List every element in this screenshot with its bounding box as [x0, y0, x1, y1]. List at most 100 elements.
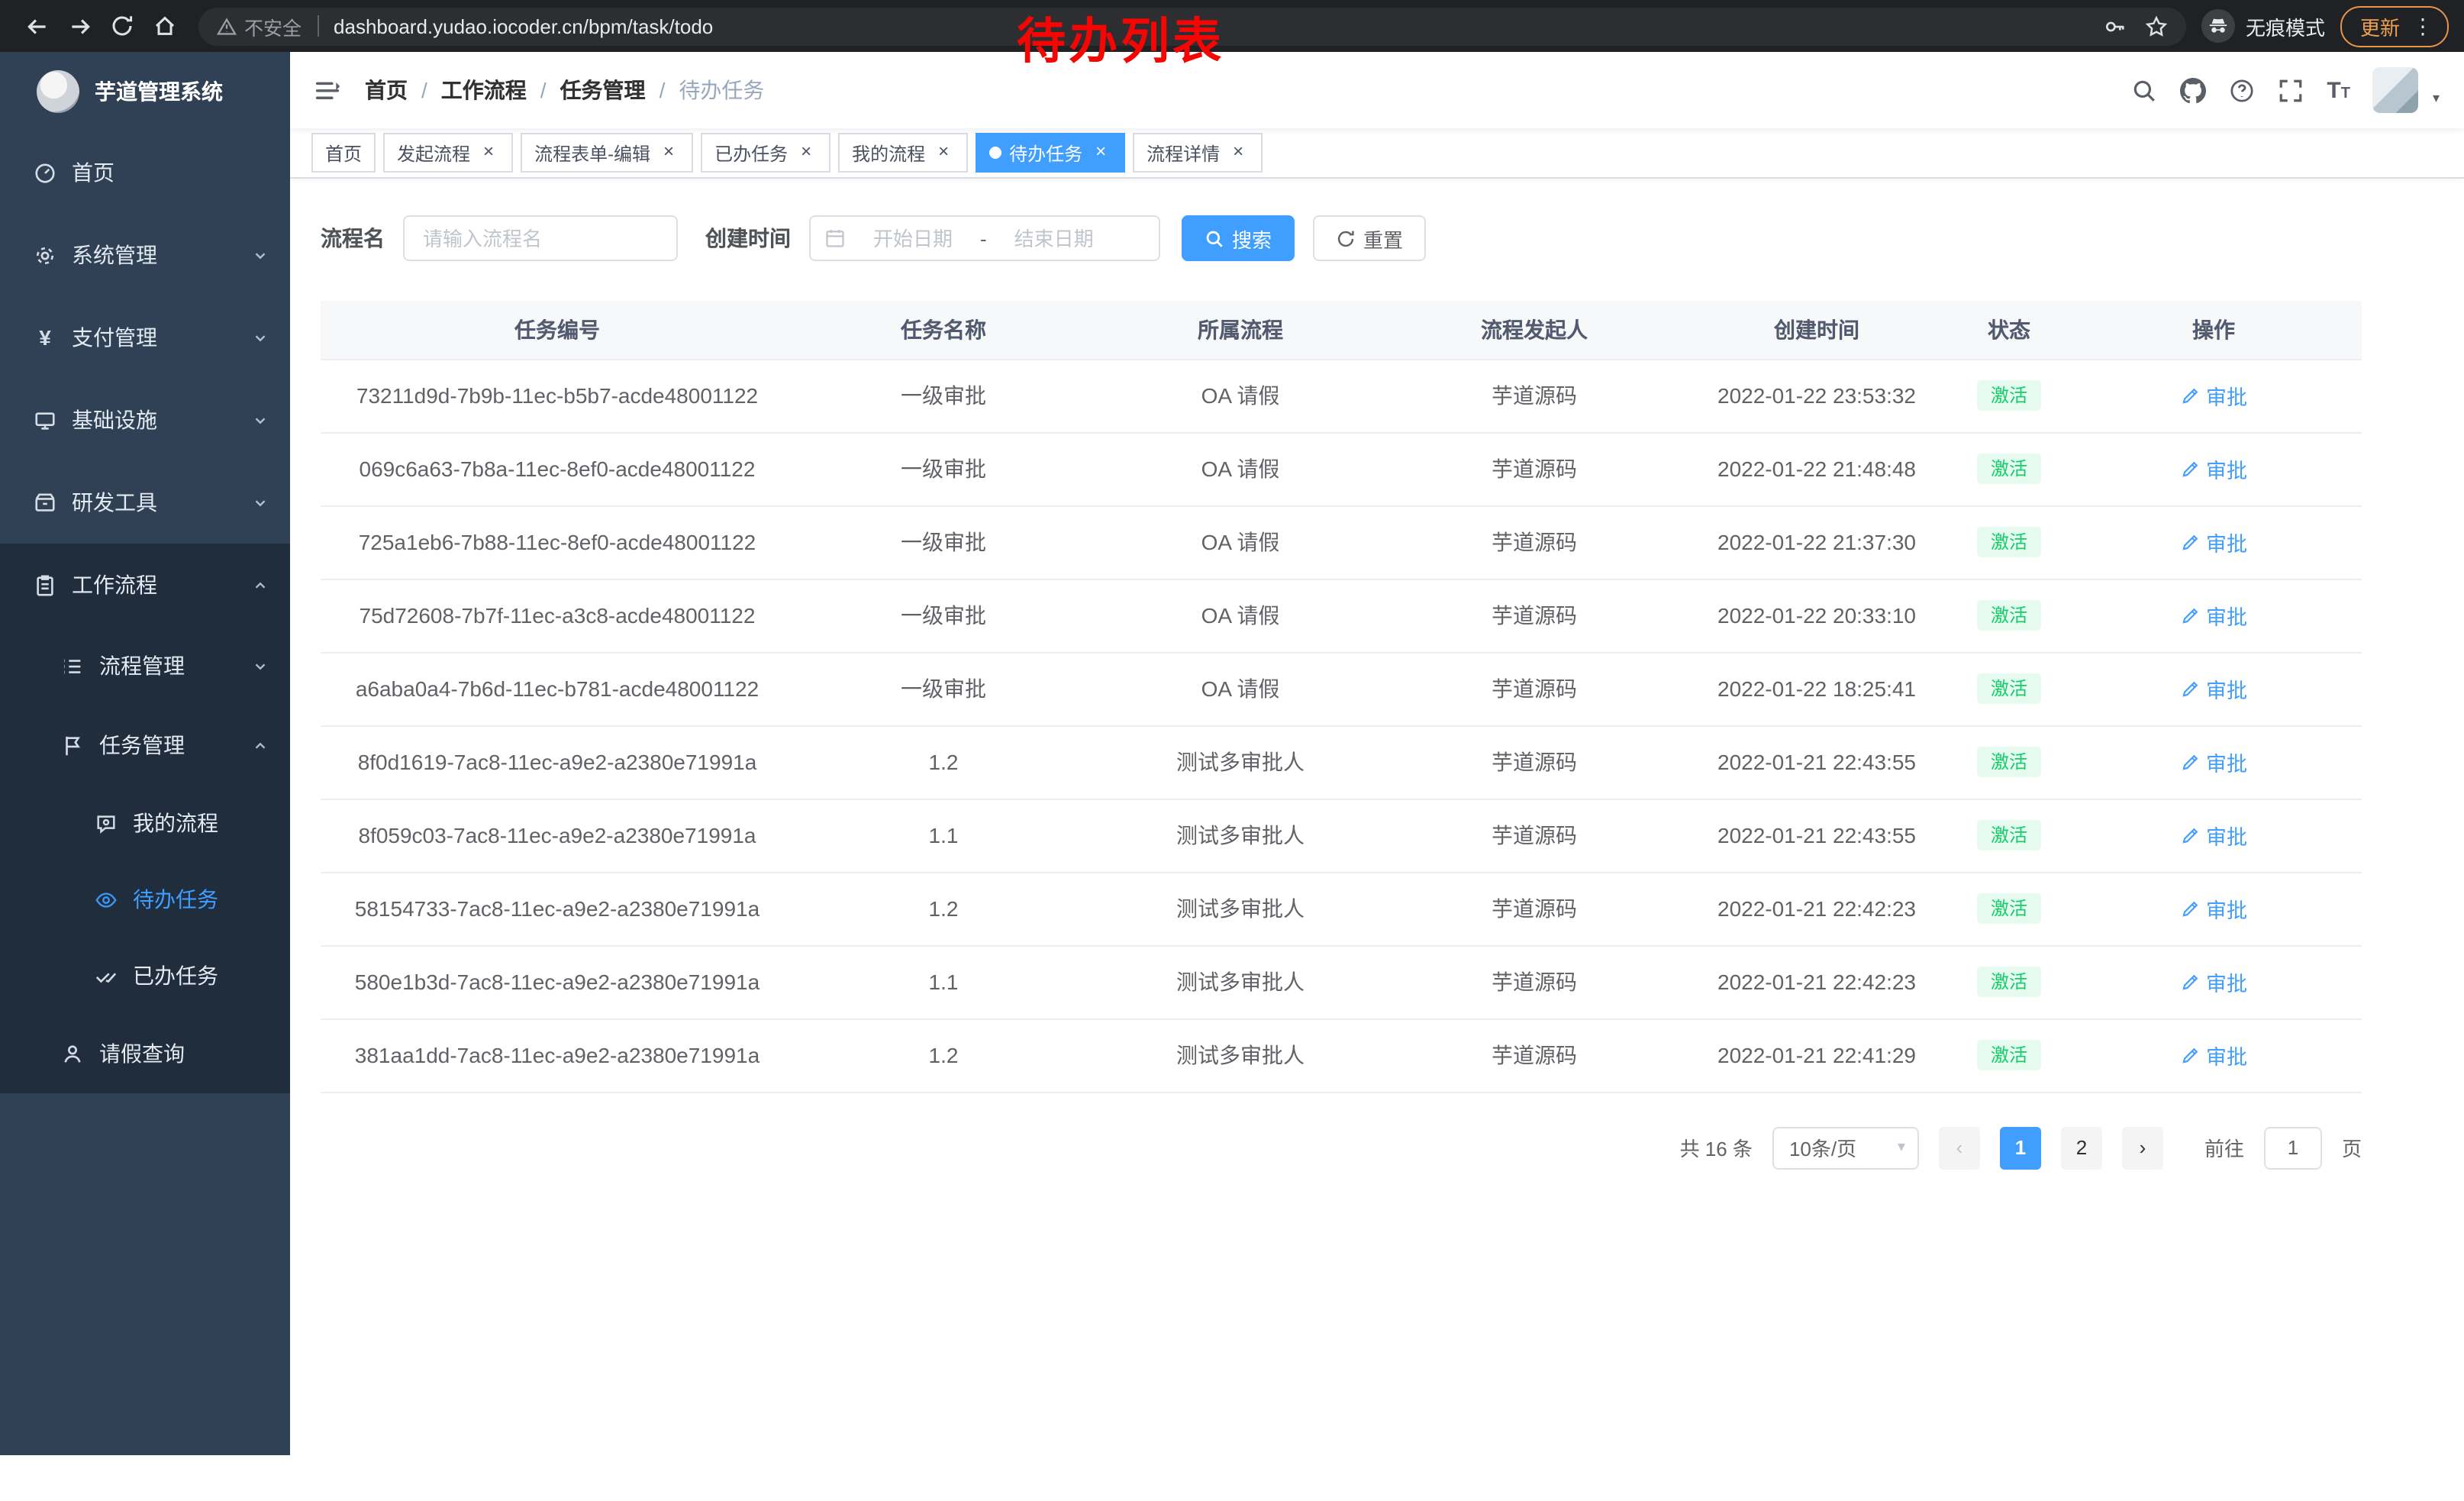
- table-row: 069c6a63-7b8a-11ec-8ef0-acde48001122 一级审…: [321, 432, 2362, 505]
- cell-process: OA 请假: [1093, 359, 1388, 432]
- fullscreen-icon[interactable]: [2278, 77, 2304, 103]
- cell-starter: 芋道源码: [1388, 652, 1681, 725]
- cell-actions: 审批: [2066, 1018, 2362, 1092]
- sidebar-item-my-process[interactable]: 我的流程: [0, 785, 290, 861]
- close-icon[interactable]: ×: [1090, 142, 1111, 163]
- cell-starter: 芋道源码: [1388, 872, 1681, 945]
- sidebar-item-home[interactable]: 首页: [0, 131, 290, 214]
- breadcrumb-workflow[interactable]: 工作流程: [441, 75, 527, 105]
- font-size-icon[interactable]: TT: [2327, 77, 2350, 103]
- approve-button[interactable]: 审批: [2180, 747, 2247, 777]
- user-avatar[interactable]: [2373, 67, 2419, 113]
- sidebar-item-leave-query[interactable]: 请假查询: [0, 1014, 290, 1093]
- start-date-input[interactable]: [852, 227, 974, 250]
- approve-button[interactable]: 审批: [2180, 454, 2247, 484]
- sidebar-item-payment[interactable]: ¥ 支付管理: [0, 296, 290, 379]
- page-2-button[interactable]: 2: [2061, 1126, 2102, 1169]
- approve-button[interactable]: 审批: [2180, 673, 2247, 704]
- close-icon[interactable]: ×: [1227, 142, 1249, 163]
- cell-process: OA 请假: [1093, 505, 1388, 579]
- cell-starter: 芋道源码: [1388, 505, 1681, 579]
- tab-process-form-edit[interactable]: 流程表单-编辑 ×: [521, 133, 693, 173]
- browser-reload-button[interactable]: [101, 5, 144, 47]
- logo[interactable]: 芋道管理系统: [0, 52, 290, 131]
- close-icon[interactable]: ×: [478, 142, 499, 163]
- tab-todo-task[interactable]: 待办任务 ×: [976, 133, 1125, 173]
- tab-process-detail[interactable]: 流程详情 ×: [1133, 133, 1263, 173]
- cell-task-name: 1.2: [794, 872, 1093, 945]
- breadcrumb-home[interactable]: 首页: [365, 75, 408, 105]
- sidebar-item-devtools[interactable]: 研发工具: [0, 461, 290, 544]
- home-icon: [153, 14, 177, 38]
- process-name-input[interactable]: [403, 215, 678, 261]
- incognito-label: 无痕模式: [2246, 11, 2325, 40]
- close-icon[interactable]: ×: [933, 142, 954, 163]
- cell-task-id: 75d72608-7b7f-11ec-a3c8-acde48001122: [321, 579, 794, 652]
- goto-page-input[interactable]: [2264, 1126, 2322, 1169]
- approve-button[interactable]: 审批: [2180, 527, 2247, 557]
- cell-task-id: a6aba0a4-7b6d-11ec-b781-acde48001122: [321, 652, 794, 725]
- bookmark-star-icon[interactable]: [2145, 15, 2168, 37]
- cell-starter: 芋道源码: [1388, 725, 1681, 799]
- search-button[interactable]: 搜索: [1182, 215, 1295, 261]
- browser-home-button[interactable]: [144, 5, 186, 47]
- page-1-button[interactable]: 1: [2000, 1126, 2041, 1169]
- chrome-right-controls: 无痕模式 更新 ⋮: [2201, 5, 2449, 47]
- chevron-down-icon: [252, 412, 269, 428]
- caret-down-icon: ▾: [2433, 90, 2440, 113]
- sidebar-item-system[interactable]: 系统管理: [0, 214, 290, 296]
- table-row: 725a1eb6-7b88-11ec-8ef0-acde48001122 一级审…: [321, 505, 2362, 579]
- approve-button[interactable]: 审批: [2180, 600, 2247, 631]
- password-key-icon[interactable]: [2104, 15, 2127, 37]
- logo-avatar: [37, 70, 79, 113]
- close-icon[interactable]: ×: [795, 142, 817, 163]
- cell-process: 测试多审批人: [1093, 872, 1388, 945]
- date-range-picker[interactable]: -: [809, 215, 1160, 261]
- cell-actions: 审批: [2066, 799, 2362, 872]
- cell-status: 激活: [1953, 872, 2066, 945]
- prev-page-button[interactable]: ‹: [1939, 1126, 1980, 1169]
- tab-launch-process[interactable]: 发起流程 ×: [383, 133, 513, 173]
- search-icon[interactable]: [2131, 77, 2157, 103]
- approve-button[interactable]: 审批: [2180, 893, 2247, 924]
- help-icon[interactable]: [2229, 77, 2255, 103]
- cell-task-name: 一级审批: [794, 359, 1093, 432]
- tab-home[interactable]: 首页: [311, 133, 376, 173]
- cell-task-name: 1.2: [794, 1018, 1093, 1092]
- cell-status: 激活: [1953, 579, 2066, 652]
- update-label: 更新: [2360, 11, 2400, 40]
- kebab-menu-icon[interactable]: ⋮: [2412, 15, 2433, 37]
- page-size-select[interactable]: 10条/页 ▾: [1772, 1126, 1919, 1169]
- browser-update-button[interactable]: 更新 ⋮: [2340, 5, 2449, 47]
- col-actions: 操作: [2066, 301, 2362, 359]
- browser-back-button[interactable]: [15, 5, 58, 47]
- reset-button[interactable]: 重置: [1313, 215, 1426, 261]
- approve-button[interactable]: 审批: [2180, 820, 2247, 851]
- github-icon[interactable]: [2180, 77, 2206, 103]
- sidebar-item-done-task[interactable]: 已办任务: [0, 938, 290, 1014]
- chat-person-icon: [95, 812, 118, 834]
- next-page-button[interactable]: ›: [2122, 1126, 2163, 1169]
- goto-label: 前往: [2204, 1133, 2244, 1162]
- browser-forward-button[interactable]: [58, 5, 101, 47]
- site-security-chip[interactable]: 不安全: [217, 11, 302, 40]
- cell-task-name: 一级审批: [794, 505, 1093, 579]
- tab-done-task[interactable]: 已办任务 ×: [701, 133, 830, 173]
- sidebar-collapse-button[interactable]: [314, 77, 340, 103]
- sidebar-item-task-mgmt[interactable]: 任务管理: [0, 705, 290, 785]
- sidebar-item-infra[interactable]: 基础设施: [0, 379, 290, 461]
- approve-button[interactable]: 审批: [2180, 1040, 2247, 1070]
- approve-button[interactable]: 审批: [2180, 967, 2247, 997]
- double-check-icon: [95, 964, 118, 987]
- top-navbar: 首页 / 工作流程 / 任务管理 / 待办任务 TT ▾: [290, 52, 2464, 128]
- status-badge: 激活: [1977, 820, 2041, 851]
- approve-button[interactable]: 审批: [2180, 380, 2247, 411]
- sidebar-item-workflow[interactable]: 工作流程: [0, 544, 290, 626]
- breadcrumb-task-mgmt[interactable]: 任务管理: [560, 75, 646, 105]
- close-icon[interactable]: ×: [658, 142, 679, 163]
- chevron-down-icon: [252, 329, 269, 346]
- sidebar-item-process-mgmt[interactable]: 流程管理: [0, 626, 290, 705]
- end-date-input[interactable]: [993, 227, 1115, 250]
- tab-my-process[interactable]: 我的流程 ×: [838, 133, 968, 173]
- sidebar-item-todo-task[interactable]: 待办任务: [0, 861, 290, 938]
